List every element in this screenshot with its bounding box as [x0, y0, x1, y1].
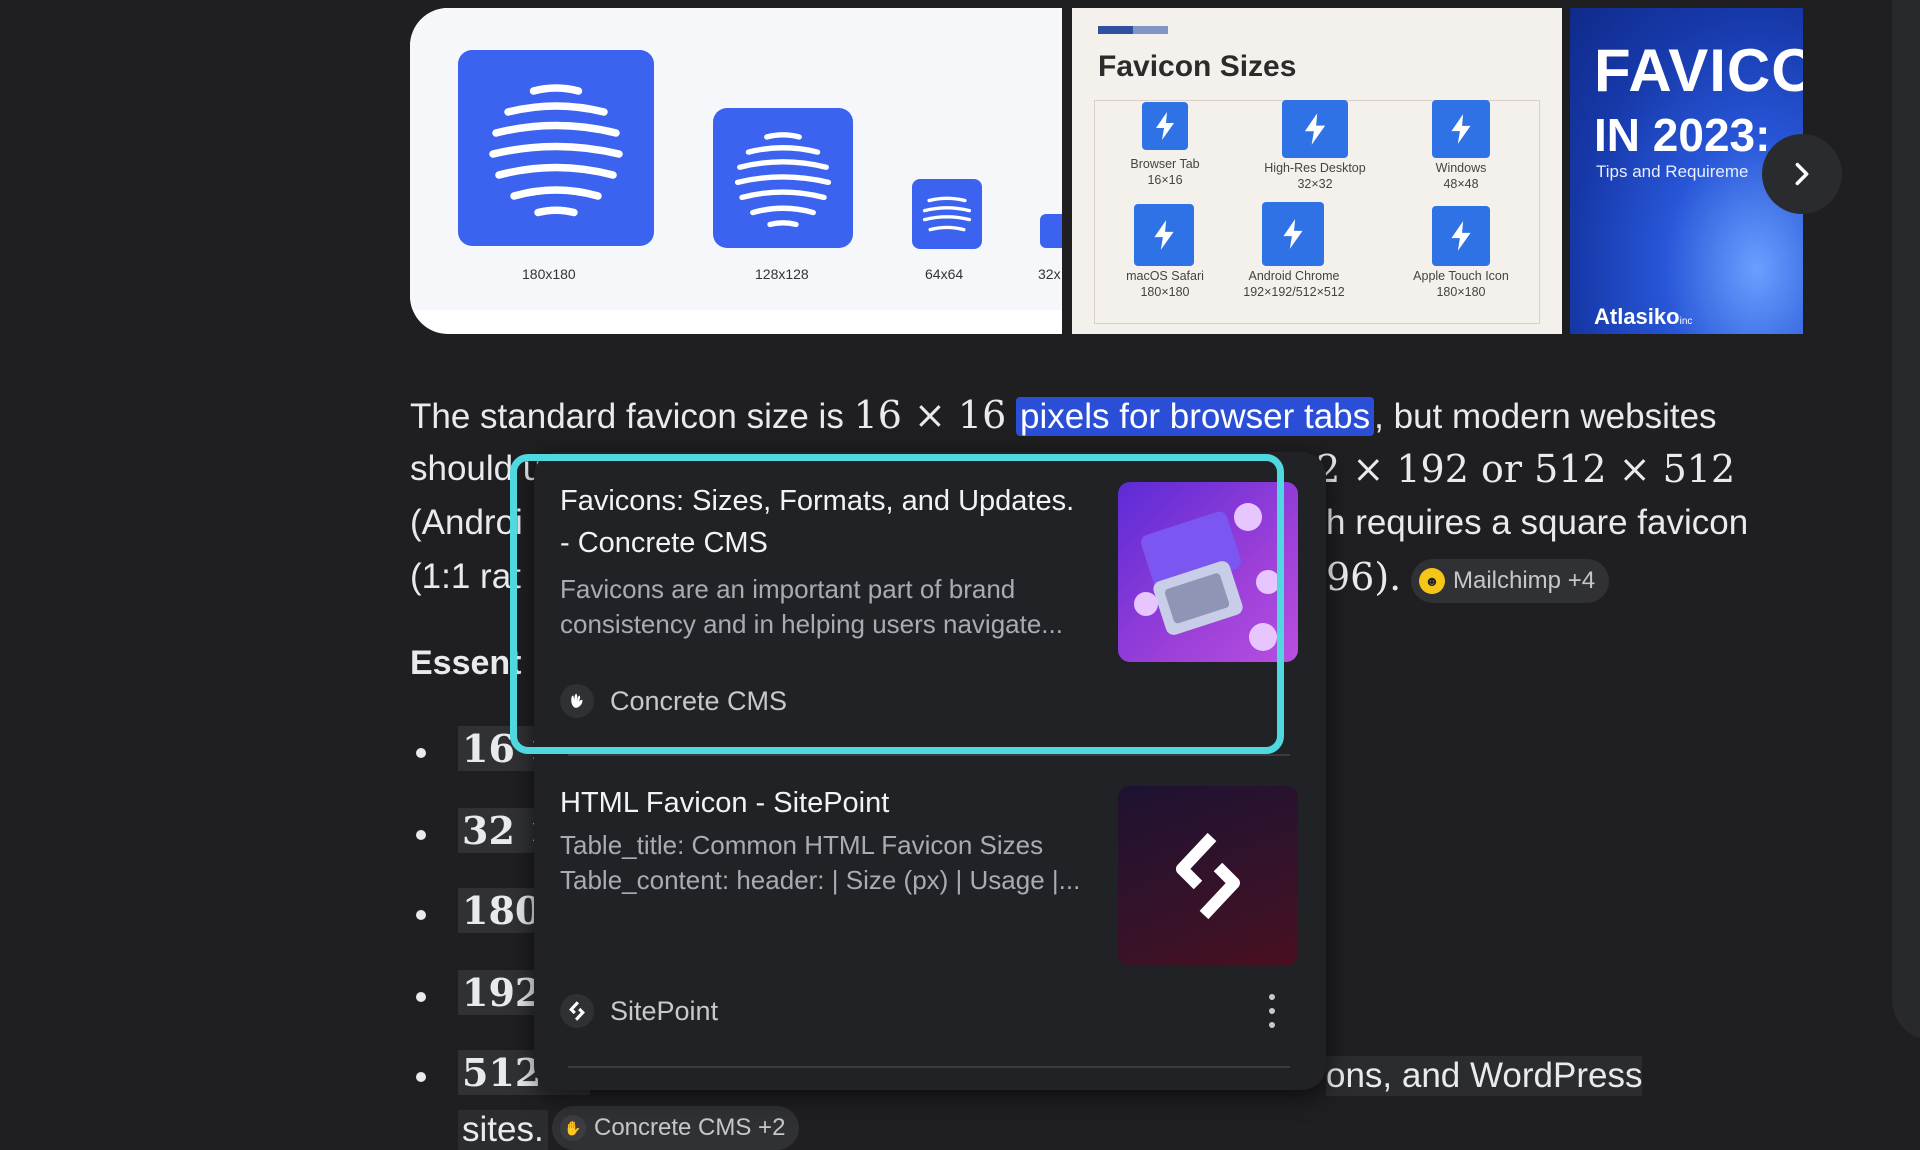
bullet-dot	[416, 1072, 426, 1082]
mailchimp-icon: ☻	[1419, 567, 1445, 594]
tile-name: Windows	[1435, 161, 1487, 175]
lightning-icon	[1142, 102, 1188, 150]
result-snippet: Table_title: Common HTML Favicon Sizes T…	[560, 830, 1081, 895]
image-subtitle: Tips and Requireme	[1596, 162, 1749, 181]
text-span: h requires a square favicon	[1326, 503, 1749, 542]
tile-size: 16×16	[1147, 173, 1183, 187]
tile-size: 32×32	[1297, 177, 1333, 191]
chip-label: Concrete CMS +2	[594, 1114, 786, 1141]
favicon-64-image	[912, 179, 982, 249]
tile-size: 180×180	[1140, 285, 1190, 299]
text-span: (Androi	[410, 503, 523, 542]
lightning-icon	[1432, 206, 1490, 266]
favicon-128-image	[713, 108, 853, 248]
image-brand: Atlasikoinc	[1594, 304, 1692, 330]
lightning-icon	[1432, 100, 1490, 158]
text-span: , but modern websites	[1374, 397, 1717, 436]
bullet-dot	[416, 748, 426, 758]
bullet-tail-text: ons, and WordPress	[1326, 1056, 1643, 1096]
size-label: 180x180	[522, 266, 576, 282]
source-chip-mailchimp[interactable]: ☻ Mailchimp +4	[1411, 558, 1610, 603]
carousel-next-button[interactable]	[1762, 134, 1842, 214]
bullet-dot	[416, 992, 426, 1002]
tile-size: 180×180	[1436, 285, 1486, 299]
brand-suffix: inc	[1679, 316, 1693, 327]
math-span: 16 × 16	[853, 393, 1007, 437]
image-headline: FAVICO	[1594, 37, 1803, 104]
tile-size: 192×192/512×512	[1243, 285, 1345, 299]
focus-highlight-box	[510, 454, 1284, 754]
sitepoint-logo-icon	[560, 994, 594, 1028]
result-divider	[568, 754, 1290, 756]
sitepoint-logo-thumbnail	[1118, 786, 1298, 966]
text-span: The standard favicon size is	[410, 397, 854, 436]
answer-line-1: The standard favicon size is 16 × 16 pix…	[410, 388, 1780, 444]
result-source[interactable]: SitePoint	[560, 994, 718, 1028]
concrete-cms-icon: ✋	[560, 1115, 586, 1141]
sites-text: sites.	[458, 1110, 548, 1150]
tile-name: Android Chrome	[1248, 269, 1340, 283]
highlighted-citation[interactable]: pixels for browser tabs	[1016, 397, 1375, 436]
source-chip-concrete-cms[interactable]: ✋ Concrete CMS +2	[552, 1106, 800, 1150]
bullet-dot	[416, 910, 426, 920]
bullet-dot	[416, 830, 426, 840]
math-span: 92 × 192 or 512 × 512	[1292, 447, 1736, 491]
image-result-favicon-sizes-1[interactable]: 180x180 128x128 64x64 32x	[410, 8, 1062, 334]
tile-size: 48×48	[1443, 177, 1479, 191]
popup-bottom-divider	[568, 1066, 1290, 1068]
lightning-icon	[1262, 202, 1324, 266]
side-panel-edge	[1892, 0, 1920, 1040]
chip-label: Mailchimp +4	[1453, 566, 1596, 594]
result-title[interactable]: HTML Favicon - SitePoint	[560, 782, 1080, 824]
size-label: 64x64	[925, 266, 964, 282]
text-span: (1:1 rat	[410, 557, 521, 596]
image-headline: IN 2023:	[1594, 109, 1771, 161]
tile-name: macOS Safari	[1126, 269, 1204, 283]
favicon-32-image	[1040, 214, 1062, 248]
tile-name: Apple Touch Icon	[1413, 269, 1509, 283]
size-label: 128x128	[755, 266, 809, 282]
decorative-bar	[1098, 26, 1168, 34]
section-heading: Essent	[410, 644, 522, 682]
favicon-180-image	[458, 50, 654, 246]
more-options-icon[interactable]	[1264, 994, 1280, 1028]
chevron-right-icon	[1795, 162, 1809, 186]
image-title: Favicon Sizes	[1098, 50, 1297, 83]
image-result-favicon-sizes-2[interactable]: Favicon Sizes Browser Tab 16×16 High-Res …	[1072, 8, 1562, 334]
tile-name: High-Res Desktop	[1264, 161, 1366, 175]
lightning-icon	[1134, 204, 1194, 266]
brand-name: Atlasiko	[1594, 304, 1680, 329]
source-name: SitePoint	[610, 995, 719, 1026]
answer-line-4-tail: 96). ☻ Mailchimp +4	[1326, 550, 1610, 606]
math-span: 96).	[1326, 555, 1402, 599]
lightning-icon	[1282, 100, 1348, 158]
source-result-sitepoint[interactable]: HTML Favicon - SitePoint Table_title: Co…	[534, 758, 1326, 1068]
size-label: 32x	[1038, 266, 1061, 282]
tile-name: Browser Tab	[1130, 157, 1200, 171]
